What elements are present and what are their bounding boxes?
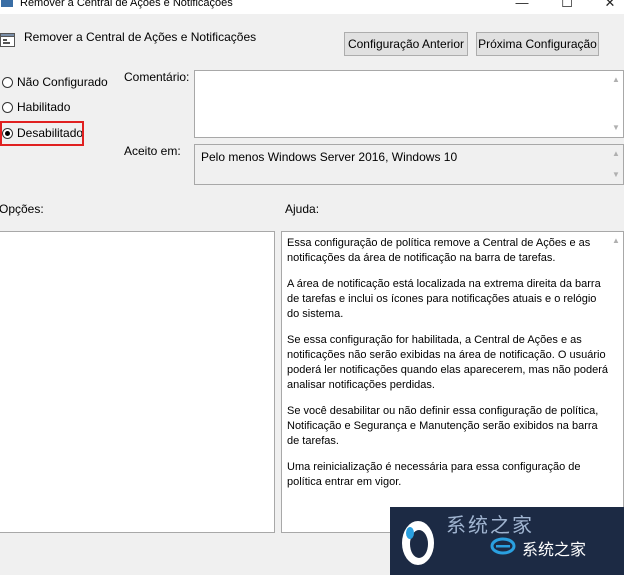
radio-label: Não Configurado — [17, 75, 108, 89]
title-bar: Remover a Central de Ações e Notificaçõe… — [0, 0, 624, 14]
watermark-top-text: 系统之家 — [446, 513, 534, 537]
minimize-button[interactable]: — — [512, 0, 532, 12]
selection-highlight — [0, 121, 84, 146]
scroll-down-icon[interactable]: ▼ — [609, 170, 623, 180]
comment-textarea[interactable]: ▲ ▼ — [194, 70, 624, 138]
help-scrollbar[interactable]: ▲ — [609, 232, 623, 532]
help-label: Ajuda: — [285, 202, 320, 216]
options-panel — [0, 231, 275, 533]
watermark-logo-icon — [402, 521, 434, 565]
scroll-down-icon[interactable]: ▼ — [609, 123, 623, 133]
radio-not-configured[interactable]: Não Configurado — [2, 73, 108, 91]
radio-enabled[interactable]: Habilitado — [2, 98, 70, 116]
help-panel: Essa configuração de política remove a C… — [281, 231, 624, 533]
radio-label: Habilitado — [17, 100, 71, 114]
comment-label: Comentário: — [124, 70, 190, 84]
help-paragraph: Essa configuração de política remove a C… — [287, 237, 591, 264]
help-paragraph: Se essa configuração for habilitada, a C… — [287, 334, 609, 391]
previous-setting-button[interactable]: Configuração Anterior — [344, 32, 468, 56]
comment-scrollbar[interactable]: ▲ ▼ — [609, 71, 623, 137]
supported-scrollbar[interactable]: ▲ ▼ — [609, 145, 623, 184]
next-setting-button[interactable]: Próxima Configuração — [476, 32, 599, 56]
scroll-up-icon[interactable]: ▲ — [609, 75, 623, 85]
supported-value: Pelo menos Windows Server 2016, Windows … — [201, 150, 458, 164]
supported-field: Pelo menos Windows Server 2016, Windows … — [194, 144, 624, 185]
policy-setting-icon — [0, 33, 15, 47]
scroll-up-icon[interactable]: ▲ — [609, 236, 623, 246]
radio-circle-icon[interactable] — [2, 102, 13, 113]
watermark: 系统之家 系统之家 — [390, 507, 624, 575]
scroll-up-icon[interactable]: ▲ — [609, 149, 623, 159]
close-button[interactable]: ✕ — [600, 0, 620, 12]
help-paragraph: A área de notificação está localizada na… — [287, 278, 601, 320]
help-paragraph: Se você desabilitar ou não definir essa … — [287, 405, 599, 447]
window-title: Remover a Central de Ações e Notificaçõe… — [20, 0, 233, 9]
watermark-e-icon — [490, 537, 516, 555]
policy-window-icon — [1, 0, 13, 7]
options-label: Opções: — [0, 202, 44, 216]
watermark-bottom-text: 系统之家 — [522, 540, 587, 559]
maximize-button[interactable]: ☐ — [557, 0, 577, 12]
radio-circle-icon[interactable] — [2, 77, 13, 88]
help-text: Essa configuração de política remove a C… — [287, 236, 609, 501]
supported-label: Aceito em: — [124, 144, 181, 158]
policy-title: Remover a Central de Ações e Notificaçõe… — [24, 30, 257, 44]
help-paragraph: Uma reinicialização é necessária para es… — [287, 461, 581, 488]
